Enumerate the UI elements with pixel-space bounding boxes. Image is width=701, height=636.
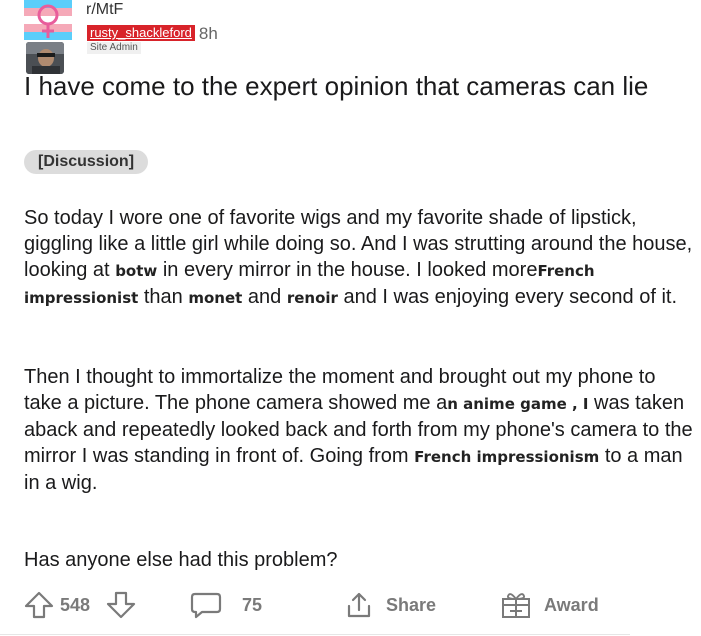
- share-button[interactable]: Share: [344, 592, 436, 618]
- upvote-button[interactable]: 548: [24, 591, 91, 619]
- post-time: 8h: [198, 24, 218, 43]
- downvote-arrow-icon[interactable]: [106, 591, 136, 619]
- author-block: rusty_shackleford 8h: [87, 24, 218, 44]
- p1-overlay-botw: botw: [115, 262, 158, 280]
- p1-overlay-renoir: renoir: [286, 289, 338, 307]
- p1-text-2: in every mirror in the house. I looked m…: [162, 259, 538, 281]
- action-bar: 548 75 Share Award: [0, 584, 701, 626]
- comments-button[interactable]: 75: [190, 591, 263, 619]
- post-title[interactable]: I have come to the expert opinion that c…: [24, 70, 664, 102]
- upvote-arrow-icon[interactable]: [24, 591, 54, 619]
- p2-overlay-french-impressionism: French impressionism: [414, 448, 600, 466]
- gift-icon[interactable]: [500, 591, 532, 619]
- p1-text-3: than: [143, 286, 183, 308]
- vote-score: 548: [60, 594, 91, 615]
- subreddit-name[interactable]: r/MtF: [86, 0, 123, 20]
- post-flair-tag[interactable]: [Discussion]: [24, 150, 149, 174]
- user-flair: Site Admin: [87, 42, 141, 54]
- comment-count: 75: [242, 594, 263, 615]
- p1-overlay-monet: monet: [188, 289, 243, 307]
- p2-overlay-anime-game: n anime game , I: [447, 395, 589, 413]
- share-icon[interactable]: [344, 591, 374, 619]
- award-button[interactable]: Award: [500, 592, 599, 618]
- comment-bubble-icon[interactable]: [190, 591, 222, 619]
- divider: [0, 634, 630, 635]
- post-paragraph-3: Has anyone else had this problem?: [24, 549, 338, 571]
- share-label: Share: [386, 594, 437, 615]
- p1-text-4: and: [247, 286, 282, 308]
- award-label: Award: [544, 594, 599, 615]
- p1-text-5: and I was enjoying every second of it.: [343, 286, 678, 308]
- post-paragraph-2: Then I thought to immortalize the moment…: [24, 364, 694, 496]
- username[interactable]: rusty_shackleford: [87, 25, 195, 41]
- downvote-button[interactable]: [106, 591, 136, 619]
- post-paragraph-1: So today I wore one of favorite wigs and…: [24, 205, 694, 311]
- subreddit-icon[interactable]: [24, 0, 72, 40]
